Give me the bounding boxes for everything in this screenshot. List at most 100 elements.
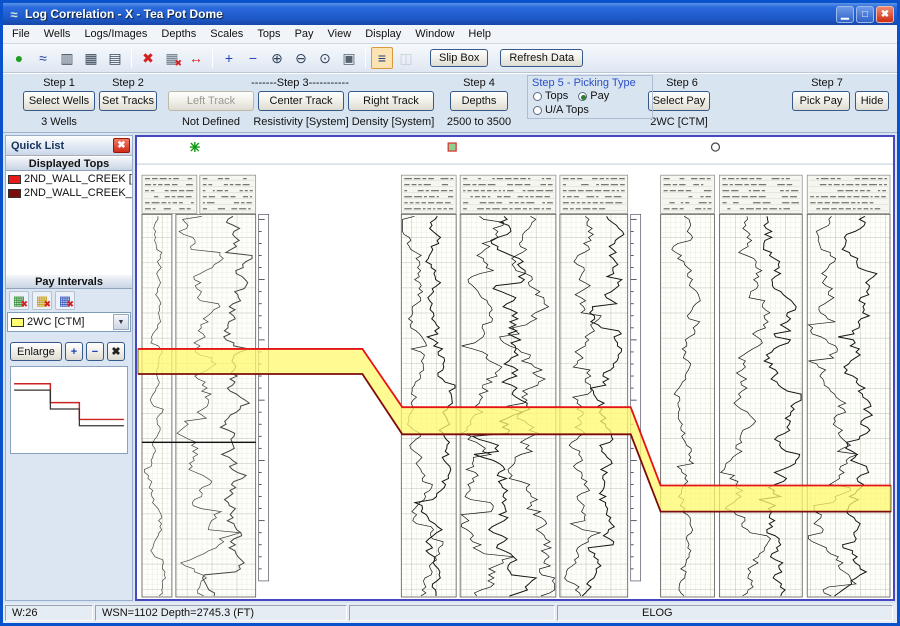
pay-new-icon[interactable]: ▦ ✖ (9, 291, 29, 310)
magnifier-icon[interactable]: ⊙ (314, 47, 336, 69)
displayed-top-item[interactable]: 2ND_WALL_CREEK [PH (6, 172, 132, 186)
tracks-icon[interactable]: ▥ (56, 47, 78, 69)
left-track-value: Not Defined (181, 116, 241, 128)
quick-list-panel: Quick List ✖ Displayed Tops 2ND_WALL_CRE… (5, 135, 133, 601)
well-log-1[interactable] (141, 174, 270, 598)
step3-label: -------Step 3----------- (251, 77, 349, 89)
displayed-top-item[interactable]: 2ND_WALL_CREEK_BA (6, 186, 132, 200)
delete-all-tops-icon[interactable]: ▦ ✖ (161, 47, 183, 69)
grid-icon-glyph: ▦ (84, 49, 98, 66)
step5-label: Step 5 - Picking Type (532, 77, 636, 89)
well-logs-canvas[interactable] (137, 137, 893, 599)
step7-label: Step 7 (811, 77, 843, 89)
step2-label: Step 2 (112, 77, 144, 89)
grid-icon[interactable]: ▦ (80, 47, 102, 69)
step5-picking-type-group: Step 5 - Picking Type Tops Pay U/A Tops (527, 75, 653, 119)
well-log-3[interactable] (660, 174, 891, 598)
well-markers (189, 142, 721, 153)
preview-zoom-out-button[interactable]: − (85, 342, 104, 361)
center-track-button[interactable]: Center Track (258, 91, 344, 111)
right-track-button[interactable]: Right Track (348, 91, 434, 111)
close-button[interactable]: ✖ (876, 5, 894, 23)
hide-button[interactable]: Hide (855, 91, 889, 111)
pay-intervals-toolbar: ▦ ✖ ▦ ✖ ▦ ✖ (6, 289, 132, 312)
magnifier-zoom-in-icon-glyph: ⊕ (271, 49, 283, 66)
step6-label: Step 6 (666, 77, 698, 89)
maximize-button[interactable]: □ (856, 5, 874, 23)
wells-icon-glyph: ● (14, 50, 24, 66)
slip-box-button[interactable]: Slip Box (430, 49, 489, 67)
correlation-preview[interactable] (10, 366, 128, 454)
minimize-button[interactable]: ▁ (836, 5, 854, 23)
refresh-data-button[interactable]: Refresh Data (500, 49, 584, 67)
dropdown-arrow-icon[interactable]: ▼ (113, 314, 129, 330)
preview-controls: Enlarge + − ✖ (10, 342, 132, 361)
menu-tops[interactable]: Tops (250, 26, 287, 42)
preview-top-line (14, 383, 124, 421)
quick-list-title: Quick List (11, 139, 65, 152)
zoom-in-icon-glyph: + (224, 50, 234, 66)
pay-edit-icon[interactable]: ▦ ✖ (32, 291, 52, 310)
step4-label: Step 4 (463, 77, 495, 89)
displayed-tops-header: Displayed Tops (6, 156, 132, 171)
toolbar-buttons: Slip Box Refresh Data (418, 49, 584, 67)
steps-panel: Step 1 Step 2 -------Step 3----------- S… (3, 73, 897, 133)
delete-top-icon[interactable]: ✖ (137, 47, 159, 69)
zoom-out-icon-glyph: − (248, 50, 258, 66)
zoom-out-icon[interactable]: − (242, 47, 264, 69)
menu-logs-images[interactable]: Logs/Images (77, 26, 154, 42)
well-marker-1[interactable] (189, 142, 200, 153)
depths-button[interactable]: Depths (450, 91, 508, 111)
log-curves-icon[interactable]: ≈ (32, 47, 54, 69)
menu-depths[interactable]: Depths (154, 26, 203, 42)
log-view-icon[interactable]: ≡ (371, 47, 393, 69)
well-log-2[interactable] (400, 174, 642, 598)
pay-interval-value: 2WC [CTM] (27, 316, 85, 328)
toolbar-separator (365, 48, 366, 68)
menu-wells[interactable]: Wells (37, 26, 78, 42)
fit-width-icon[interactable]: ↔ (185, 47, 207, 69)
picking-type-u-a-tops[interactable]: U/A Tops (533, 104, 589, 116)
title-bar[interactable]: ≈ Log Correlation - X - Tea Pot Dome ▁ □ ✖ (3, 3, 897, 25)
enlarge-button[interactable]: Enlarge (10, 342, 62, 361)
pay-edit-icon-overlay: ✖ (43, 299, 51, 309)
pay-delete-icon[interactable]: ▦ ✖ (55, 291, 75, 310)
picking-type-pay[interactable]: Pay (578, 90, 609, 102)
app-window: ≈ Log Correlation - X - Tea Pot Dome ▁ □ ✖… (0, 0, 900, 626)
zoom-in-icon[interactable]: + (218, 47, 240, 69)
top-color-chip (8, 174, 21, 184)
snapshot-icon[interactable]: ▣ (338, 47, 360, 69)
pay-interval-select[interactable]: 2WC [CTM] ▼ (7, 312, 131, 332)
menu-view[interactable]: View (321, 26, 359, 42)
right-track-value: Density [System] (351, 116, 435, 128)
radio-label: U/A Tops (545, 104, 589, 116)
menu-display[interactable]: Display (358, 26, 408, 42)
magnifier-zoom-out-icon[interactable]: ⊖ (290, 47, 312, 69)
magnifier-zoom-out-icon-glyph: ⊖ (295, 49, 307, 66)
pick-pay-button[interactable]: Pick Pay (792, 91, 850, 111)
quick-list-header: Quick List ✖ (6, 136, 132, 156)
preview-zoom-in-button[interactable]: + (64, 342, 83, 361)
delete-all-tops-icon-overlay: ✖ (174, 58, 182, 68)
select-pay-button[interactable]: Select Pay (648, 91, 710, 111)
pay-new-icon-overlay: ✖ (20, 299, 28, 309)
preview-close-button[interactable]: ✖ (106, 342, 125, 361)
menu-scales[interactable]: Scales (203, 26, 250, 42)
well-marker-3[interactable] (710, 142, 721, 152)
menu-window[interactable]: Window (408, 26, 461, 42)
picking-type-tops[interactable]: Tops (533, 90, 568, 102)
top-label: 2ND_WALL_CREEK_BA (24, 187, 132, 199)
wells-icon[interactable]: ● (8, 47, 30, 69)
menu-help[interactable]: Help (461, 26, 498, 42)
well-marker-2[interactable] (447, 142, 457, 152)
set-tracks-button[interactable]: Set Tracks (99, 91, 157, 111)
menu-file[interactable]: File (5, 26, 37, 42)
tracks-icon-glyph: ▥ (60, 49, 74, 66)
menu-pay[interactable]: Pay (288, 26, 321, 42)
top-label: 2ND_WALL_CREEK [PH (24, 173, 132, 185)
select-wells-button[interactable]: Select Wells (23, 91, 95, 111)
log-display-area[interactable] (135, 135, 895, 601)
headers-icon[interactable]: ▤ (104, 47, 126, 69)
magnifier-zoom-in-icon[interactable]: ⊕ (266, 47, 288, 69)
quick-list-close-button[interactable]: ✖ (113, 138, 130, 153)
